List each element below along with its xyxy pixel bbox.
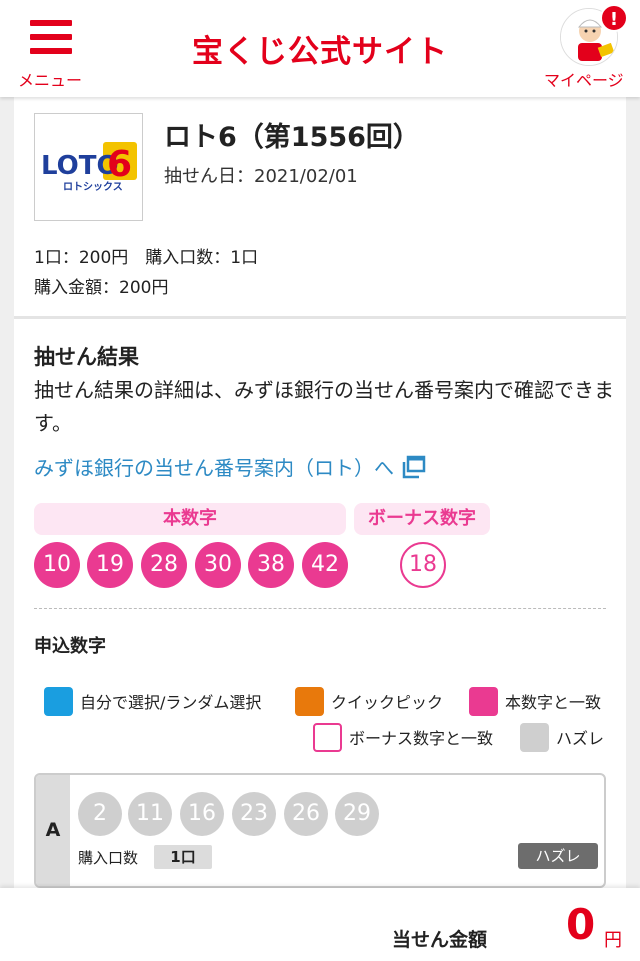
result-heading: 抽せん結果 bbox=[34, 345, 139, 369]
entry-letter: A bbox=[36, 775, 70, 886]
dashed-divider bbox=[34, 608, 606, 609]
mypage-button[interactable]: ! マイページ bbox=[544, 4, 636, 92]
mizuho-link-text: みずほ銀行の当せん番号案内（ロト）へ bbox=[34, 456, 394, 480]
picked-number-ball: 26 bbox=[284, 792, 328, 836]
entry-row: A 2 11 16 23 26 29 購入口数 1口 ハズレ bbox=[34, 773, 606, 888]
bonus-number-label: ボーナス数字 bbox=[354, 503, 490, 535]
lottery-title: ロト6（第1556回） bbox=[164, 122, 420, 153]
draw-date: 抽せん日：2021/02/01 bbox=[164, 166, 358, 187]
mypage-label: マイページ bbox=[544, 71, 624, 90]
legend-miss-label: ハズレ bbox=[556, 729, 605, 748]
winning-number-ball: 42 bbox=[302, 542, 348, 588]
legend-self-select: 自分で選択/ランダム選択 bbox=[44, 686, 261, 716]
ticket-card: LOTO 6 ロトシックス ロト6（第1556回） 抽せん日：2021/02/0… bbox=[14, 97, 626, 897]
logo-text-number: 6 bbox=[107, 144, 132, 185]
prize-value: 0 bbox=[566, 900, 596, 949]
winning-number-ball: 30 bbox=[195, 542, 241, 588]
winning-number-ball: 19 bbox=[87, 542, 133, 588]
application-heading: 申込数字 bbox=[34, 636, 106, 657]
notification-badge: ! bbox=[600, 4, 628, 32]
bonus-number-ball: 18 bbox=[400, 542, 446, 588]
orange-swatch bbox=[295, 686, 324, 716]
units-label: 購入口数 bbox=[78, 849, 139, 867]
picked-number-ball: 16 bbox=[180, 792, 224, 836]
prize-unit: 円 bbox=[604, 930, 622, 951]
main-numbers-label: 本数字 bbox=[34, 503, 346, 535]
blue-swatch bbox=[44, 686, 73, 716]
legend-quick-pick-label: クイックピック bbox=[331, 693, 444, 712]
winning-number-ball: 38 bbox=[248, 542, 294, 588]
prize-footer: 当せん金額 0 円 bbox=[0, 888, 640, 961]
total-price-info: 購入金額：200円 bbox=[34, 278, 169, 298]
winning-number-ball: 28 bbox=[141, 542, 187, 588]
units-value: 1口 bbox=[154, 845, 212, 869]
picked-number-ball: 29 bbox=[335, 792, 379, 836]
pink-swatch bbox=[469, 686, 498, 716]
unit-price-info: 1口：200円 購入口数：1口 bbox=[34, 248, 259, 268]
picked-number-ball: 23 bbox=[232, 792, 276, 836]
loto6-logo: LOTO 6 ロトシックス bbox=[34, 113, 143, 221]
pink-outline-swatch bbox=[313, 722, 342, 752]
logo-subtext: ロトシックス bbox=[63, 181, 123, 193]
winning-number-ball: 10 bbox=[34, 542, 80, 588]
legend-bonus-match: ボーナス数字と一致 bbox=[313, 722, 493, 752]
legend-quick-pick: クイックピック bbox=[295, 686, 443, 716]
legend-self-select-label: 自分で選択/ランダム選択 bbox=[80, 693, 262, 712]
picked-number-ball: 2 bbox=[78, 792, 122, 836]
app-header: メニュー 宝くじ公式サイト ! マイページ bbox=[0, 0, 640, 97]
legend-bonus-match-label: ボーナス数字と一致 bbox=[349, 729, 494, 748]
mizuho-result-link[interactable]: みずほ銀行の当せん番号案内（ロト）へ bbox=[34, 452, 426, 481]
legend-main-match-label: 本数字と一致 bbox=[505, 693, 602, 712]
gray-swatch bbox=[520, 722, 549, 752]
result-description: 抽せん結果の詳細は、みずほ銀行の当せん番号案内で確認できます。 bbox=[34, 378, 614, 435]
legend-miss: ハズレ bbox=[520, 722, 604, 752]
prize-label: 当せん金額 bbox=[392, 929, 488, 951]
status-badge: ハズレ bbox=[518, 843, 598, 869]
picked-number-ball: 11 bbox=[128, 792, 172, 836]
section-divider bbox=[14, 316, 626, 319]
external-window-icon bbox=[402, 455, 426, 479]
legend-main-match: 本数字と一致 bbox=[469, 686, 601, 716]
